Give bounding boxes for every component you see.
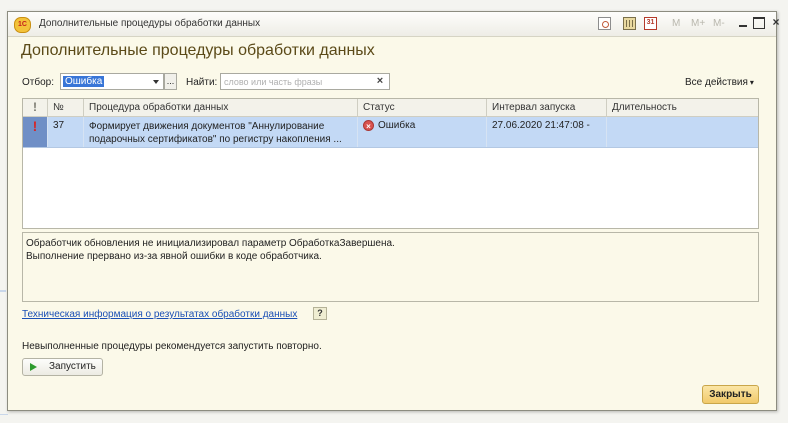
column-header-procedure[interactable]: Процедура обработки данных [84,99,358,116]
run-button[interactable]: Запустить [22,358,103,376]
memory-minus-button[interactable]: M- [713,18,725,29]
dialog-window: 1С Дополнительные процедуры обработки да… [7,11,780,411]
background-strip [0,414,8,415]
error-line-2: Выполнение прервано из-за явной ошибки в… [26,251,322,262]
filter-label: Отбор: [22,77,54,88]
error-line-1: Обработчик обновления не инициализировал… [26,238,395,249]
row-number: 37 [48,117,84,147]
filter-value: Ошибка [63,76,105,87]
column-header-flag[interactable]: ! [23,99,48,116]
close-button[interactable]: Закрыть [702,385,759,404]
filter-select[interactable]: Ошибка [60,73,164,90]
column-header-interval[interactable]: Интервал запуска [487,99,607,116]
help-button[interactable]: ? [313,307,327,320]
title-bar: 1С Дополнительные процедуры обработки да… [8,12,780,37]
clear-search-icon[interactable]: × [374,75,386,87]
form-title: Дополнительные процедуры обработки данны… [21,42,375,59]
column-header-number[interactable]: № [48,99,84,116]
calendar-icon[interactable]: 31 [644,17,657,30]
memory-plus-button[interactable]: M+ [691,18,705,29]
chevron-down-icon[interactable] [153,80,159,84]
procedures-table[interactable]: ! № Процедура обработки данных Статус Ин… [22,98,759,229]
row-procedure: Формирует движения документов "Аннулиров… [84,117,358,147]
document-link-icon[interactable] [598,17,611,30]
error-flag-icon: ! [32,118,38,134]
error-details-text[interactable]: Обработчик обновления не инициализировал… [22,232,759,302]
window-title: Дополнительные процедуры обработки данны… [39,18,261,29]
app-logo-icon: 1С [14,17,31,33]
row-status: Ошибка [378,120,416,132]
caret-down-icon: ▾ [749,78,754,87]
all-actions-label: Все действия [685,77,748,88]
calculator-icon[interactable] [623,17,636,30]
table-header: ! № Процедура обработки данных Статус Ин… [23,99,758,117]
row-interval: 27.06.2020 21:47:08 - [487,117,607,147]
all-actions-menu[interactable]: Все действия ▾ [685,77,754,88]
minimize-icon[interactable] [737,17,749,29]
maximize-icon[interactable] [753,17,765,29]
table-row[interactable]: ! 37 Формирует движения документов "Анну… [23,117,758,148]
column-header-duration[interactable]: Длительность [607,99,758,116]
search-input[interactable] [220,73,390,90]
rerun-hint: Невыполненные процедуры рекомендуется за… [22,341,322,352]
error-status-icon: × [363,120,374,131]
run-button-label: Запустить [49,361,96,372]
search-label: Найти: [186,77,218,88]
column-header-status[interactable]: Статус [358,99,487,116]
memory-button[interactable]: M [672,18,680,29]
row-status-cell: × Ошибка [358,117,487,147]
filter-more-button[interactable]: ... [164,73,177,90]
row-flag-cell: ! [23,117,48,147]
play-icon [30,363,37,371]
row-duration [607,117,758,147]
technical-info-link[interactable]: Техническая информация о результатах обр… [22,309,297,320]
close-window-icon[interactable]: × [770,16,782,29]
background-strip [0,290,6,292]
